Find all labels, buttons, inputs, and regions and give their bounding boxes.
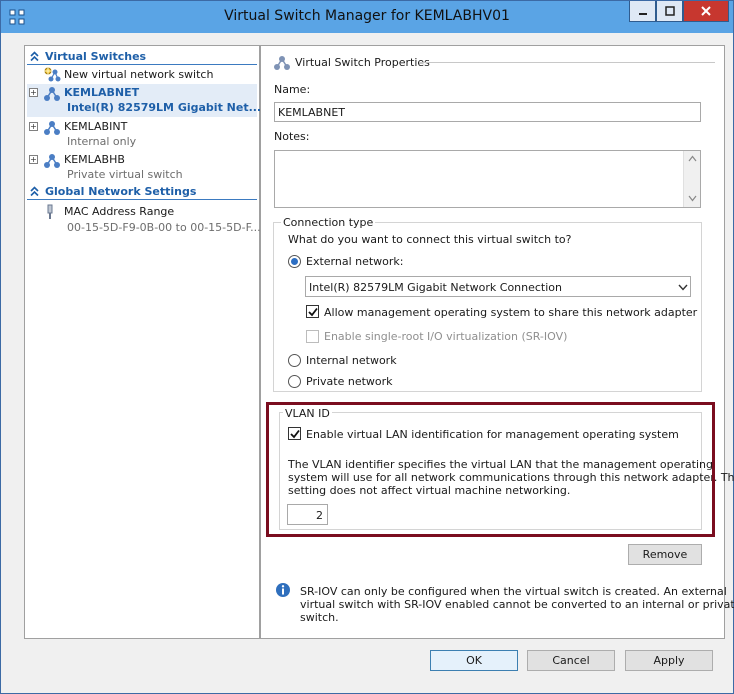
minimize-icon	[638, 13, 647, 15]
notes-scrollbar[interactable]	[683, 151, 700, 207]
window-title: Virtual Switch Manager for KEMLABHV01	[224, 8, 510, 24]
radio-selected-dot	[291, 258, 298, 265]
scroll-up-icon[interactable]	[688, 155, 697, 162]
name-input[interactable]: KEMLABNET	[274, 102, 701, 122]
new-switch-label: New virtual network switch	[64, 68, 214, 81]
notes-textarea[interactable]	[274, 150, 701, 208]
network-adapter-dropdown[interactable]: Intel(R) 82579LM Gigabit Network Connect…	[305, 276, 691, 297]
section-divider	[419, 62, 715, 63]
network-switch-icon	[274, 56, 290, 70]
connection-question: What do you want to connect this virtual…	[288, 233, 572, 246]
cancel-button[interactable]: Cancel	[527, 650, 615, 671]
switch-detail: Private virtual switch	[67, 168, 183, 181]
info-line-1: SR-IOV can only be configured when the v…	[300, 585, 727, 598]
tree-item-kemlabint[interactable]: + KEMLABINT Internal only	[27, 118, 257, 151]
info-line-3: switch.	[300, 611, 339, 624]
remove-button[interactable]: Remove	[628, 544, 702, 565]
switch-name: KEMLABHB	[64, 153, 125, 166]
virtual-switch-manager-window: Virtual Switch Manager for KEMLABHV01 Vi…	[0, 0, 734, 694]
dialog-content: Virtual Switches New virtual network swi…	[9, 33, 734, 687]
name-label: Name:	[274, 83, 311, 96]
global-network-settings-header[interactable]: Global Network Settings	[27, 184, 257, 200]
expand-plus-icon[interactable]: +	[29, 122, 38, 131]
switch-detail: Internal only	[67, 135, 137, 148]
network-switch-icon	[44, 87, 60, 101]
sriov-label: Enable single-root I/O virtualization (S…	[324, 330, 568, 343]
global-network-settings-label: Global Network Settings	[45, 185, 197, 198]
collapse-chevron-icon[interactable]	[29, 51, 40, 62]
sriov-checkbox[interactable]	[306, 330, 319, 343]
allow-management-label: Allow management operating system to sha…	[324, 306, 698, 319]
checkmark-icon	[308, 307, 318, 317]
close-icon	[701, 6, 711, 16]
tree-item-kemlabnet[interactable]: + KEMLABNET Intel(R) 82579LM Gigabit Net…	[27, 84, 261, 117]
vlan-highlight-annotation	[266, 402, 715, 537]
external-network-radio[interactable]	[288, 255, 301, 268]
virtual-switches-header[interactable]: Virtual Switches	[27, 49, 257, 65]
name-input-value: KEMLABNET	[278, 106, 346, 119]
ok-button[interactable]: OK	[430, 650, 518, 671]
notes-label: Notes:	[274, 130, 310, 143]
switch-name: KEMLABINT	[64, 120, 128, 133]
internal-network-label: Internal network	[306, 354, 397, 367]
internal-network-radio[interactable]	[288, 354, 301, 367]
collapse-chevron-icon[interactable]	[29, 186, 40, 197]
switch-name: KEMLABNET	[64, 86, 140, 99]
apply-button[interactable]: Apply	[625, 650, 713, 671]
tree-item-mac-address-range[interactable]: MAC Address Range 00-15-5D-F9-0B-00 to 0…	[27, 203, 261, 237]
maximize-button[interactable]	[656, 1, 683, 22]
tree-item-new-switch[interactable]: New virtual network switch	[27, 66, 257, 84]
minimize-button[interactable]	[629, 1, 656, 22]
private-network-radio[interactable]	[288, 375, 301, 388]
expand-plus-icon[interactable]: +	[29, 155, 38, 164]
info-line-2: virtual switch with SR-IOV enabled canno…	[300, 598, 734, 611]
chevron-down-icon	[678, 284, 688, 291]
info-icon	[276, 583, 290, 597]
maximize-icon	[664, 6, 675, 16]
close-button[interactable]	[683, 1, 729, 22]
section-title: Virtual Switch Properties	[295, 56, 430, 69]
switch-detail: Intel(R) 82579LM Gigabit Net...	[67, 101, 262, 114]
switch-properties-pane: Virtual Switch Properties Name: KEMLABNE…	[260, 45, 734, 639]
connection-type-label: Connection type	[281, 216, 376, 229]
network-switch-icon	[44, 121, 60, 135]
switch-tree-pane[interactable]: Virtual Switches New virtual network swi…	[24, 45, 261, 639]
virtual-switches-header-label: Virtual Switches	[45, 50, 147, 63]
mac-range-detail: 00-15-5D-F9-0B-00 to 00-15-5D-F...	[67, 221, 261, 234]
new-switch-icon	[44, 67, 61, 82]
title-bar[interactable]: Virtual Switch Manager for KEMLABHV01	[1, 1, 733, 33]
mac-range-name: MAC Address Range	[64, 205, 175, 218]
tree-item-kemlabhb[interactable]: + KEMLABHB Private virtual switch	[27, 151, 257, 184]
external-network-label: External network:	[306, 255, 404, 268]
scroll-down-icon[interactable]	[688, 195, 697, 202]
private-network-label: Private network	[306, 375, 393, 388]
network-switch-icon	[44, 154, 60, 168]
allow-management-checkbox[interactable]	[306, 305, 319, 318]
expand-plus-icon[interactable]: +	[29, 88, 38, 97]
network-plug-icon	[47, 204, 53, 219]
network-adapter-selected: Intel(R) 82579LM Gigabit Network Connect…	[309, 281, 562, 294]
